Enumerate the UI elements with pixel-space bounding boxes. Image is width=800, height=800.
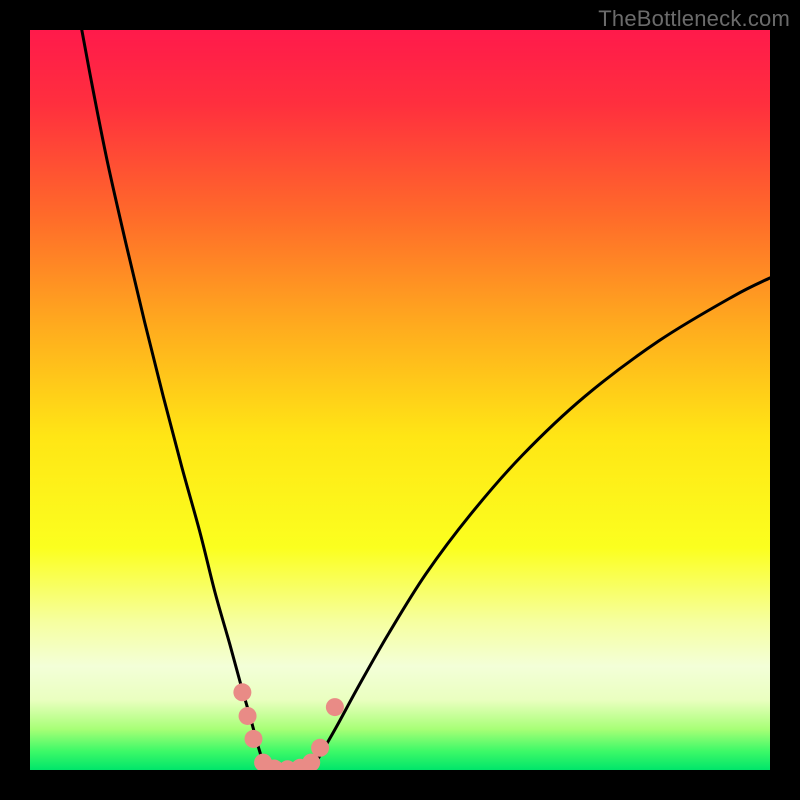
marker-dot [326,698,344,716]
gradient-background [30,30,770,770]
marker-dot [311,739,329,757]
watermark-text: TheBottleneck.com [598,6,790,32]
marker-dot [244,730,262,748]
chart-frame: TheBottleneck.com [0,0,800,800]
marker-dot [233,683,251,701]
marker-dot [239,707,257,725]
plot-area [30,30,770,770]
chart-svg [30,30,770,770]
